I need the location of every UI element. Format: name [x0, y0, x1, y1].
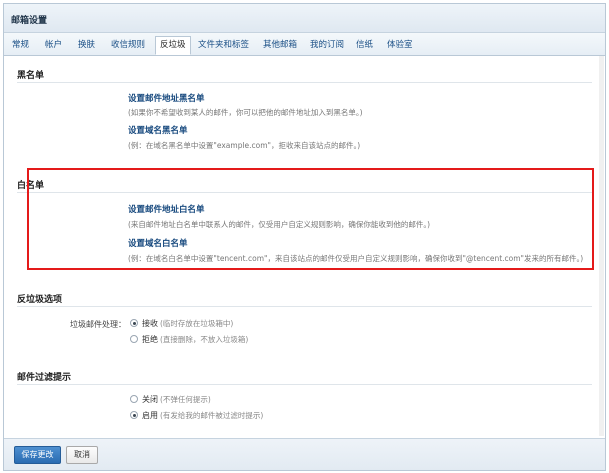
tab-folders-labels[interactable]: 文件夹和标签 — [198, 37, 249, 54]
option-hint: (有发给我的邮件被过滤时提示) — [160, 410, 264, 420]
radio-button[interactable] — [130, 319, 138, 327]
section-divider — [17, 82, 592, 83]
tab-skin[interactable]: 换肤 — [78, 37, 95, 54]
window-title: 邮箱设置 — [11, 16, 48, 26]
tab-stationery[interactable]: 信纸 — [356, 37, 373, 54]
tab-lab[interactable]: 体验室 — [387, 37, 413, 54]
save-button[interactable]: 保存更改 — [14, 446, 61, 464]
radio-button[interactable] — [130, 395, 138, 403]
radio-button[interactable] — [130, 411, 138, 419]
option-hint: (直接删除，不放入垃圾箱) — [160, 334, 249, 344]
antispam-title: 反垃圾选项 — [17, 295, 63, 305]
tab-account[interactable]: 帐户 — [45, 37, 62, 54]
option-label: 接收 — [142, 318, 158, 328]
tab-antispam[interactable]: 反垃圾 — [155, 36, 191, 55]
tab-subscriptions[interactable]: 我的订阅 — [310, 37, 344, 54]
spam-handling-label: 垃圾邮件处理： — [70, 320, 126, 329]
option-label: 拒绝 — [142, 334, 158, 344]
filter-notice-title: 邮件过滤提示 — [17, 373, 72, 383]
blacklist-domain-desc: (例：在域名黑名单中设置"example.com"，拒收来自该站点的邮件。) — [128, 141, 361, 150]
tab-other-mailboxes[interactable]: 其他邮箱 — [263, 37, 297, 54]
section-divider — [17, 384, 592, 385]
option-hint: (不弹任何提示) — [160, 394, 211, 404]
tab-rules[interactable]: 收信规则 — [111, 37, 145, 54]
radio-button[interactable] — [130, 335, 138, 343]
option-label: 关闭 — [142, 394, 158, 404]
scrollbar[interactable] — [599, 56, 604, 436]
filter-notice-on-option[interactable]: 启用 (有发给我的邮件被过滤时提示) — [130, 409, 263, 421]
filter-notice-off-option[interactable]: 关闭 (不弹任何提示) — [130, 393, 211, 405]
option-label: 启用 — [142, 410, 158, 420]
blacklist-address-desc: (如果你不希望收到某人的邮件，你可以把他的邮件地址加入到黑名单。) — [128, 108, 363, 117]
section-divider — [17, 306, 592, 307]
spam-reject-option[interactable]: 拒绝 (直接删除，不放入垃圾箱) — [130, 333, 248, 345]
blacklist-domain-link[interactable]: 设置域名黑名单 — [128, 124, 188, 136]
tab-general[interactable]: 常规 — [12, 37, 29, 54]
title-bar: 邮箱设置 — [4, 4, 605, 33]
whitelist-highlight-box — [27, 168, 594, 270]
cancel-button[interactable]: 取消 — [66, 446, 98, 464]
blacklist-address-link[interactable]: 设置邮件地址黑名单 — [128, 92, 205, 104]
settings-tabs: 常规 帐户 换肤 收信规则 反垃圾 文件夹和标签 其他邮箱 我的订阅 信纸 体验… — [4, 33, 605, 56]
footer-toolbar: 保存更改 取消 — [4, 438, 605, 470]
option-hint: (临时存放在垃圾箱中) — [160, 318, 234, 328]
blacklist-title: 黑名单 — [17, 71, 45, 81]
spam-accept-option[interactable]: 接收 (临时存放在垃圾箱中) — [130, 317, 233, 329]
